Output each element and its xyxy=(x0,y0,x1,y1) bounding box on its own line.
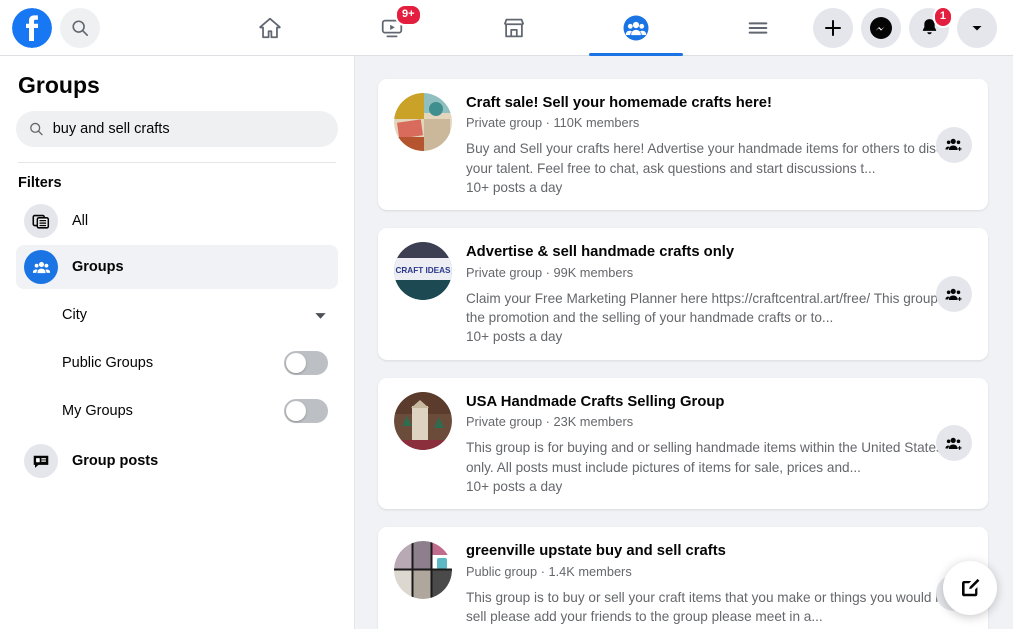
group-result-card[interactable]: USA Handmade Crafts Selling Group Privat… xyxy=(378,377,988,510)
groups-icon xyxy=(623,15,649,40)
group-description: Buy and Sell your crafts here! Advertise… xyxy=(466,141,970,176)
group-result-card[interactable]: greenville upstate buy and sell crafts P… xyxy=(378,527,988,629)
home-icon xyxy=(259,17,281,38)
sidebar-item-label: All xyxy=(72,213,89,229)
join-group-icon xyxy=(945,437,962,450)
public-groups-toggle[interactable] xyxy=(284,351,328,375)
search-input[interactable] xyxy=(52,121,325,137)
join-group-button[interactable] xyxy=(936,425,972,462)
sidebar-divider xyxy=(18,162,336,163)
groups-sidebar: Groups Filters All xyxy=(0,56,355,629)
nav-tab-marketplace[interactable] xyxy=(459,0,569,56)
group-description: This group is to buy or sell your craft … xyxy=(466,589,971,624)
topbar-left-section xyxy=(0,7,215,48)
join-group-button[interactable] xyxy=(936,126,972,163)
facebook-groups-search-page: 9+ 1 Groups buy and sell crafts Filters … xyxy=(0,0,1013,629)
search-button[interactable] xyxy=(60,7,100,48)
group-description: This group is for buying and or selling … xyxy=(466,440,943,475)
nav-tab-video[interactable]: 9+ xyxy=(337,0,447,56)
video-badge: 9+ xyxy=(395,3,422,26)
group-title[interactable]: greenville upstate buy and sell crafts xyxy=(466,542,972,560)
hamburger-menu-icon xyxy=(748,21,768,34)
chevron-down-icon xyxy=(972,25,982,30)
messenger-button[interactable] xyxy=(861,7,901,48)
filters-heading: Filters xyxy=(18,175,62,191)
chevron-down-icon[interactable] xyxy=(313,308,328,323)
news-stack-icon xyxy=(24,204,58,238)
group-description: Claim your Free Marketing Planner here h… xyxy=(466,290,972,326)
facebook-logo[interactable] xyxy=(12,7,52,48)
group-info: USA Handmade Crafts Selling Group Privat… xyxy=(466,392,972,496)
active-tab-indicator xyxy=(589,52,683,56)
toggle-knob xyxy=(286,401,306,421)
topbar-actions: 1 xyxy=(813,5,1013,48)
sidebar-item-label: Group posts xyxy=(72,453,159,469)
filter-city[interactable]: City xyxy=(16,291,338,339)
group-title[interactable]: Craft sale! Sell your homemade crafts he… xyxy=(466,94,972,112)
join-group-button[interactable] xyxy=(936,276,972,313)
group-meta: Public group · 1.4K members xyxy=(466,563,632,579)
nav-tab-groups[interactable] xyxy=(581,0,691,56)
create-post-button[interactable] xyxy=(943,561,997,615)
group-info: Advertise & sell handmade crafts only Pr… xyxy=(466,242,972,346)
group-meta: Private group · 110K members xyxy=(466,115,640,131)
group-post-frequency: 10+ posts a day xyxy=(466,478,563,494)
svg-text:CRAFT IDEAS: CRAFT IDEAS xyxy=(395,266,451,275)
notifications-button[interactable]: 1 xyxy=(909,5,953,48)
notifications-badge: 1 xyxy=(932,5,953,28)
group-post-frequency: 10+ posts a day xyxy=(466,180,563,196)
filter-public-groups[interactable]: Public Groups xyxy=(16,339,338,387)
groups-icon xyxy=(24,250,58,284)
nav-tab-home[interactable] xyxy=(215,0,325,56)
sidebar-item-all[interactable]: All xyxy=(16,199,338,243)
group-result-card[interactable]: CRAFT IDEAS Advertise & sell handmade cr… xyxy=(378,228,988,360)
search-icon xyxy=(72,19,89,36)
group-post-frequency: 10+ posts a day xyxy=(466,329,563,345)
group-meta: Private group · 23K members xyxy=(466,414,634,430)
compose-icon xyxy=(962,578,980,597)
sidebar-item-label: Groups xyxy=(72,259,124,275)
join-group-icon xyxy=(945,138,962,152)
filter-city-label: City xyxy=(62,307,87,323)
top-navigation-bar: 9+ 1 xyxy=(0,0,1013,56)
messenger-icon xyxy=(870,16,892,39)
sidebar-item-group-posts[interactable]: Group posts xyxy=(16,439,338,483)
my-groups-toggle[interactable] xyxy=(284,399,328,423)
group-avatar xyxy=(394,391,452,450)
group-avatar xyxy=(394,541,452,600)
group-info: greenville upstate buy and sell crafts P… xyxy=(466,541,972,629)
search-results-list[interactable]: Craft sale! Sell your homemade crafts he… xyxy=(355,56,1013,629)
search-icon xyxy=(30,122,43,136)
marketplace-icon xyxy=(503,18,525,37)
filter-public-groups-label: Public Groups xyxy=(62,355,154,371)
group-title[interactable]: USA Handmade Crafts Selling Group xyxy=(466,393,972,411)
filter-my-groups[interactable]: My Groups xyxy=(16,387,338,435)
comment-bubble-icon xyxy=(24,444,58,478)
groups-search-box[interactable] xyxy=(16,111,338,147)
topbar-nav-tabs: 9+ xyxy=(215,0,813,56)
page-title: Groups xyxy=(18,72,100,98)
group-result-card[interactable]: Craft sale! Sell your homemade crafts he… xyxy=(378,79,988,211)
account-menu-button[interactable] xyxy=(957,7,997,48)
filter-my-groups-label: My Groups xyxy=(62,403,133,419)
plus-icon xyxy=(825,19,841,36)
group-info: Craft sale! Sell your homemade crafts he… xyxy=(466,93,972,197)
group-meta: Private group · 99K members xyxy=(466,264,634,280)
sidebar-item-groups[interactable]: Groups xyxy=(16,245,338,289)
nav-tab-menu[interactable] xyxy=(703,0,813,56)
create-button[interactable] xyxy=(813,7,853,48)
toggle-knob xyxy=(286,353,306,373)
join-group-icon xyxy=(945,288,962,301)
group-title[interactable]: Advertise & sell handmade crafts only xyxy=(466,243,972,261)
group-avatar: CRAFT IDEAS xyxy=(394,242,452,301)
group-avatar xyxy=(394,93,452,151)
